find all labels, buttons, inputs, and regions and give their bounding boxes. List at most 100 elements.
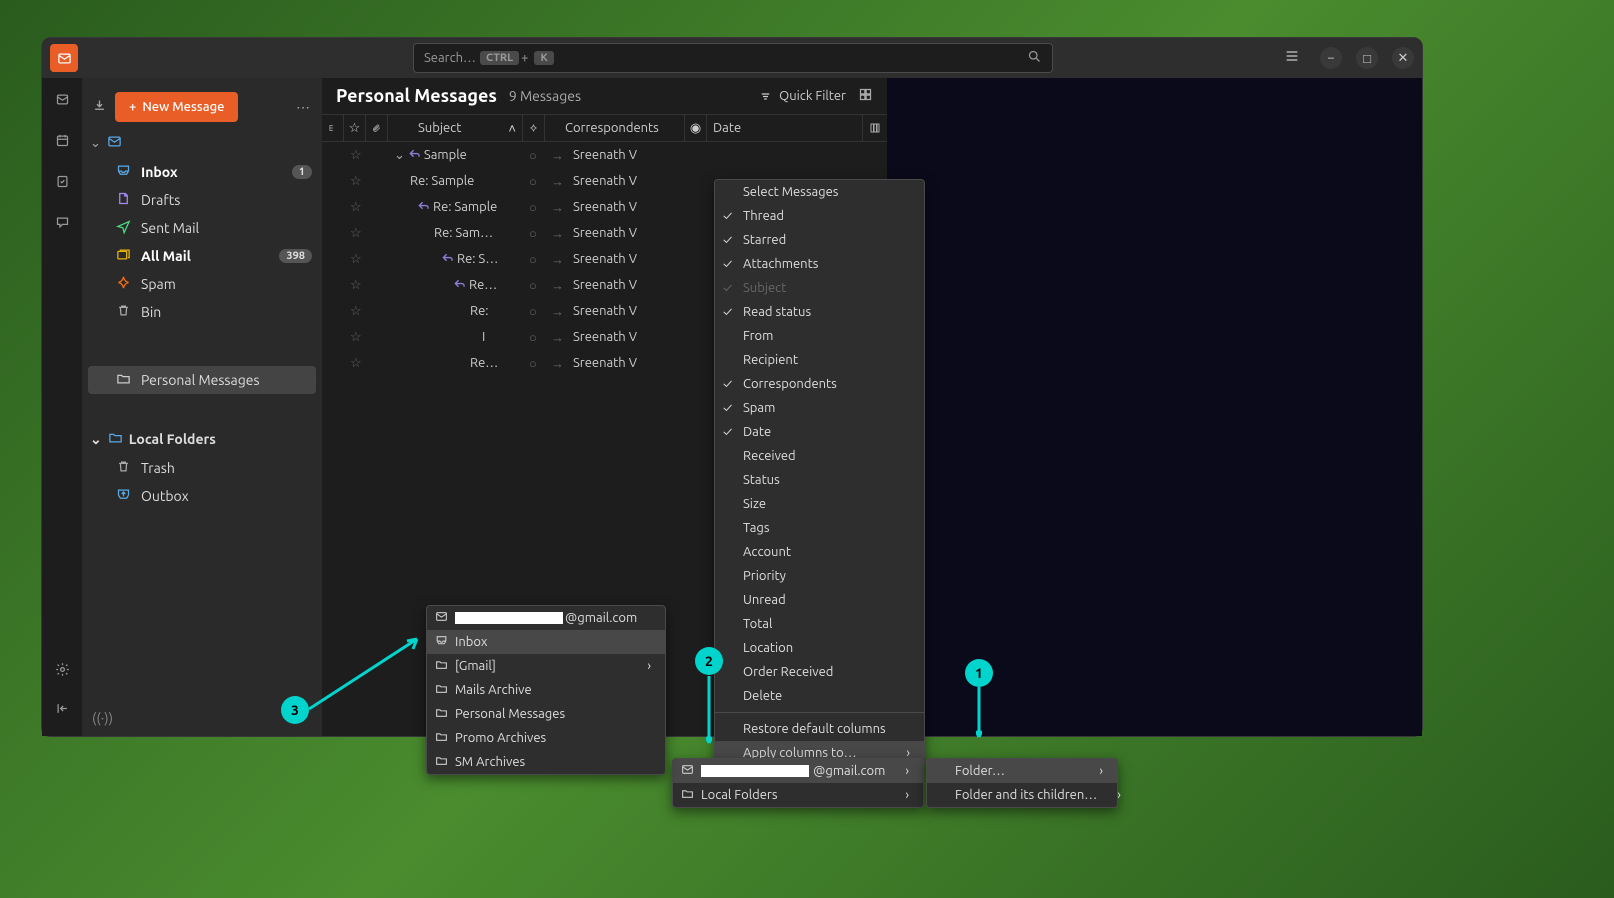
correspondents-column-header[interactable]: Correspondents <box>545 115 685 141</box>
inbox-badge: 1 <box>292 165 312 179</box>
submenu-folder-sm-archives[interactable]: SM Archives <box>427 750 665 774</box>
mail-icon <box>435 610 448 626</box>
submenu-folder-promo-archives[interactable]: Promo Archives <box>427 726 665 750</box>
ctx-col-date[interactable]: ✓Date <box>715 420 924 444</box>
annotation-badge-3: 3 <box>281 696 309 724</box>
submenu-folder-personal-messages[interactable]: Personal Messages <box>427 702 665 726</box>
chevron-right-icon: › <box>1079 764 1103 778</box>
ctx-restore-defaults[interactable]: Restore default columns <box>715 717 924 741</box>
ctx-col-attachments[interactable]: ✓Attachments <box>715 252 924 276</box>
chevron-right-icon: › <box>885 788 909 802</box>
star-column-icon[interactable]: ☆ <box>344 115 366 141</box>
kebab-icon[interactable]: ⋯ <box>296 99 312 116</box>
sidebar-item-bin[interactable]: Bin <box>82 298 322 326</box>
inbox-icon <box>116 163 131 181</box>
mail-rail-icon[interactable] <box>55 92 70 111</box>
calendar-rail-icon[interactable] <box>55 133 70 152</box>
quick-filter-button[interactable]: Quick Filter <box>758 89 846 104</box>
close-button[interactable]: ✕ <box>1392 47 1414 69</box>
ctx-col-size[interactable]: Size <box>715 492 924 516</box>
hamburger-icon[interactable] <box>1284 48 1300 68</box>
trash-icon <box>116 303 131 321</box>
account-header[interactable]: ⌄ <box>82 128 322 158</box>
submenu-folder-children[interactable]: Folder and its children… › <box>927 783 1117 807</box>
search-input[interactable]: Search… CTRL + K <box>413 43 1053 73</box>
minimize-button[interactable]: − <box>1320 47 1342 69</box>
ctx-col-tags[interactable]: Tags <box>715 516 924 540</box>
folder-icon <box>116 371 131 389</box>
folder-list-submenu: @gmail.com Inbox[Gmail]›Mails ArchivePer… <box>426 605 666 775</box>
sidebar-item-inbox[interactable]: Inbox 1 <box>82 158 322 186</box>
ctx-select-messages[interactable]: Select Messages <box>715 180 924 204</box>
sidebar-item-drafts[interactable]: Drafts <box>82 186 322 214</box>
get-messages-icon[interactable] <box>92 98 107 116</box>
ctx-col-delete[interactable]: Delete <box>715 684 924 708</box>
app-icon <box>50 44 78 72</box>
sidebar-item-trash[interactable]: Trash <box>82 454 322 482</box>
ctx-col-read-status[interactable]: ✓Read status <box>715 300 924 324</box>
column-header: ☆ Subject ˄ Correspondents ◉ Date <box>322 114 887 142</box>
ctx-col-spam[interactable]: ✓Spam <box>715 396 924 420</box>
date-column-header[interactable]: Date <box>707 115 863 141</box>
sidebar-item-sent[interactable]: Sent Mail <box>82 214 322 242</box>
chevron-down-icon: ⌄ <box>90 431 102 448</box>
message-count: 9 Messages <box>509 88 581 104</box>
ctx-col-subject: ✓Subject <box>715 276 924 300</box>
ctx-col-starred[interactable]: ✓Starred <box>715 228 924 252</box>
local-folders-section[interactable]: ⌄ Local Folders <box>82 424 322 454</box>
ctx-col-received[interactable]: Received <box>715 444 924 468</box>
submenu-account-header[interactable]: @gmail.com <box>427 606 665 630</box>
submenu-folder-mails-archive[interactable]: Mails Archive <box>427 678 665 702</box>
ctx-col-account[interactable]: Account <box>715 540 924 564</box>
ctx-col-recipient[interactable]: Recipient <box>715 348 924 372</box>
preview-pane <box>887 78 1422 736</box>
spam-column-icon[interactable] <box>523 115 545 141</box>
ctx-col-thread[interactable]: ✓Thread <box>715 204 924 228</box>
display-options-icon[interactable] <box>858 87 873 106</box>
new-message-button[interactable]: + New Message <box>115 92 238 122</box>
redacted-email <box>701 765 809 777</box>
folder-scope-submenu: Folder… › Folder and its children… › <box>926 758 1118 808</box>
ctx-col-status[interactable]: Status <box>715 468 924 492</box>
thread-column-icon[interactable] <box>322 115 344 141</box>
sidebar-item-all-mail[interactable]: All Mail 398 <box>82 242 322 270</box>
ctx-col-unread[interactable]: Unread <box>715 588 924 612</box>
plus-icon: + <box>129 100 136 114</box>
kbd-ctrl: CTRL <box>480 51 519 65</box>
submenu-folder--gmail-[interactable]: [Gmail]› <box>427 654 665 678</box>
submenu-local-folders[interactable]: Local Folders › <box>673 783 923 807</box>
maximize-button[interactable]: □ <box>1356 47 1378 69</box>
tasks-rail-icon[interactable] <box>55 174 70 193</box>
chevron-right-icon: › <box>1097 788 1121 802</box>
sidebar-item-spam[interactable]: Spam <box>82 270 322 298</box>
page-title: Personal Messages <box>336 86 497 106</box>
titlebar: Search… CTRL + K − □ ✕ <box>42 38 1422 78</box>
drafts-icon <box>116 191 131 209</box>
ctx-col-order-received[interactable]: Order Received <box>715 660 924 684</box>
settings-rail-icon[interactable] <box>55 662 70 681</box>
attach-column-icon[interactable] <box>366 115 388 141</box>
chat-rail-icon[interactable] <box>55 215 70 234</box>
ctx-col-location[interactable]: Location <box>715 636 924 660</box>
trash-icon <box>116 459 131 477</box>
ctx-col-priority[interactable]: Priority <box>715 564 924 588</box>
ctx-col-from[interactable]: From <box>715 324 924 348</box>
sidebar-item-outbox[interactable]: Outbox <box>82 482 322 510</box>
table-row[interactable]: ☆⌄Sample○→Sreenath V <box>322 142 887 168</box>
accounts-submenu: @gmail.com › Local Folders › <box>672 758 924 808</box>
submenu-gmail-account[interactable]: @gmail.com › <box>673 759 923 783</box>
read-column-icon[interactable]: ◉ <box>685 115 707 141</box>
ctx-col-correspondents[interactable]: ✓Correspondents <box>715 372 924 396</box>
column-picker-icon[interactable] <box>863 115 887 141</box>
folder-sidebar: + New Message ⋯ ⌄ Inbox 1 Drafts <box>82 78 322 736</box>
submenu-folder[interactable]: Folder… › <box>927 759 1117 783</box>
collapse-rail-icon[interactable] <box>55 701 70 720</box>
search-placeholder: Search… <box>424 51 476 65</box>
redacted-email <box>455 612 563 624</box>
ctx-col-total[interactable]: Total <box>715 612 924 636</box>
local-folder-icon <box>108 430 123 448</box>
subject-column-header[interactable]: Subject ˄ <box>388 115 523 141</box>
annotation-badge-1: 1 <box>965 659 993 687</box>
sidebar-item-personal-messages[interactable]: Personal Messages <box>88 366 316 394</box>
submenu-folder-inbox[interactable]: Inbox <box>427 630 665 654</box>
